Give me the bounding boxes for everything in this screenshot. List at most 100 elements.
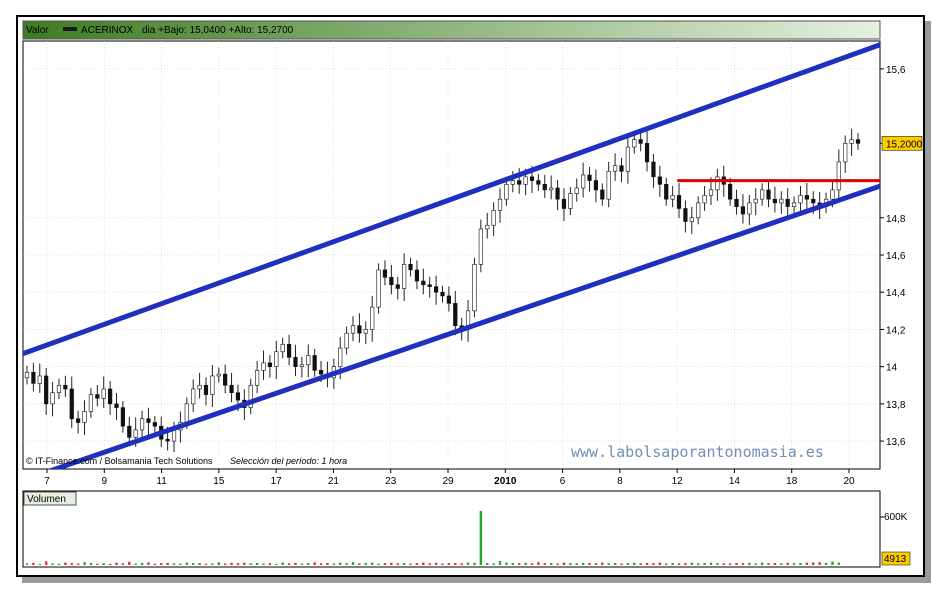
candle-down bbox=[664, 183, 669, 200]
candle-down bbox=[76, 418, 81, 423]
volume-bar bbox=[473, 562, 476, 565]
time-tick-label: 23 bbox=[385, 476, 397, 487]
candle-up bbox=[37, 375, 42, 384]
volume-bar bbox=[402, 562, 406, 565]
candle-down bbox=[318, 370, 324, 375]
volume-bar bbox=[703, 562, 706, 565]
volume-bar bbox=[837, 562, 841, 565]
volume-bar bbox=[211, 563, 214, 565]
time-tick-label: 8 bbox=[617, 476, 623, 487]
candle-up bbox=[306, 355, 311, 366]
candle-up bbox=[338, 347, 343, 367]
candle-up bbox=[747, 202, 752, 215]
candle-down bbox=[811, 198, 816, 204]
candle-up bbox=[606, 170, 611, 200]
candle-up bbox=[497, 198, 503, 211]
volume-bar bbox=[115, 562, 118, 565]
candle-up bbox=[280, 344, 285, 353]
candle-up bbox=[478, 228, 483, 265]
candle-down bbox=[619, 165, 624, 172]
volume-bar bbox=[569, 563, 572, 565]
volume-bar bbox=[345, 563, 348, 565]
candle-down bbox=[235, 392, 241, 401]
candle-down bbox=[357, 325, 362, 334]
candle-up bbox=[689, 217, 694, 222]
volume-bar bbox=[741, 563, 745, 565]
volume-bar bbox=[300, 563, 304, 565]
credit-period: Selección del período: 1 hora bbox=[230, 456, 347, 466]
candle-up bbox=[88, 394, 94, 412]
candle-down bbox=[440, 291, 445, 297]
candle-up bbox=[24, 371, 30, 379]
volume-bar bbox=[633, 562, 636, 565]
candle-up bbox=[485, 224, 490, 230]
volume-bar bbox=[498, 561, 502, 565]
candle-down bbox=[408, 264, 413, 271]
volume-bar bbox=[581, 562, 585, 565]
candle-up bbox=[350, 325, 356, 334]
volume-bar bbox=[722, 563, 725, 565]
volume-bar bbox=[332, 563, 336, 565]
volume-bar bbox=[204, 563, 208, 565]
volume-bar bbox=[83, 562, 86, 565]
volume-bar bbox=[38, 563, 41, 565]
volume-bar bbox=[684, 563, 687, 565]
candle-up bbox=[715, 176, 720, 191]
volume-bar bbox=[562, 562, 566, 565]
candle-down bbox=[63, 384, 68, 390]
volume-bar bbox=[96, 563, 99, 565]
watermark-link[interactable]: www.labolsaporantonomasia.es bbox=[571, 443, 824, 461]
time-tick-label: 6 bbox=[560, 476, 566, 487]
volume-bar bbox=[243, 562, 246, 565]
time-tick-label: 21 bbox=[328, 476, 340, 487]
volume-bar bbox=[236, 563, 240, 565]
volume-last-value: 4913 bbox=[884, 554, 907, 565]
volume-bar bbox=[140, 562, 144, 565]
volume-bar bbox=[294, 562, 297, 565]
volume-bar bbox=[677, 563, 681, 565]
candle-down bbox=[683, 208, 688, 222]
volume-bar bbox=[626, 563, 630, 565]
volume-bar bbox=[754, 563, 757, 565]
price-axis: 13,6 13,8 14 14,2 14,4 14,6 14,8 15,2000 15,6 bbox=[880, 65, 923, 448]
candle-down bbox=[95, 394, 100, 399]
candle-down bbox=[785, 198, 790, 207]
candle-down bbox=[152, 422, 157, 427]
candle-up bbox=[255, 370, 260, 386]
volume-bar bbox=[313, 562, 316, 565]
candle-up bbox=[191, 388, 196, 405]
volume-bar bbox=[409, 563, 412, 565]
price-tick-label: 14,8 bbox=[886, 214, 906, 225]
candle-up bbox=[184, 403, 189, 423]
volume-bar bbox=[262, 563, 265, 565]
credit-source: © IT-Finance.com / Bolsamania Tech Solut… bbox=[26, 456, 213, 466]
volume-bar bbox=[549, 562, 553, 565]
volume-bar bbox=[671, 562, 674, 565]
volume-bar bbox=[326, 562, 329, 565]
volume-bar bbox=[223, 563, 227, 565]
volume-bar bbox=[134, 563, 137, 565]
candle-down bbox=[555, 187, 560, 200]
volume-bar bbox=[748, 562, 751, 565]
candle-down bbox=[414, 269, 420, 282]
candle-up bbox=[753, 198, 758, 204]
volume-bar bbox=[364, 562, 367, 565]
price-panel bbox=[22, 40, 881, 470]
volume-bar bbox=[89, 562, 93, 565]
candle-down bbox=[529, 176, 535, 181]
volume-bar bbox=[172, 563, 176, 565]
candle-down bbox=[638, 139, 643, 144]
volume-bar bbox=[383, 563, 387, 565]
candle-up bbox=[574, 187, 579, 194]
candle-up bbox=[760, 189, 765, 200]
candle-up bbox=[510, 180, 515, 185]
candle-up bbox=[549, 187, 554, 191]
ticker-name: ACERINOX bbox=[81, 25, 134, 36]
volume-bar bbox=[812, 562, 815, 565]
volume-bar bbox=[524, 562, 527, 565]
price-tick-label: 14,4 bbox=[886, 288, 906, 299]
time-tick-label: 14 bbox=[729, 476, 741, 487]
candle-down bbox=[108, 388, 113, 405]
candle-down bbox=[114, 403, 119, 408]
volume-bar bbox=[281, 562, 284, 565]
